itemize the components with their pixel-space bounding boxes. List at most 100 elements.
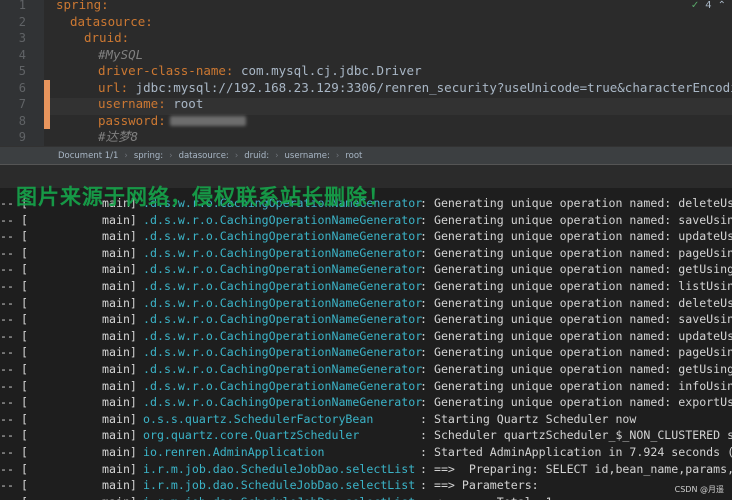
breadcrumb-item[interactable]: Document 1/1 xyxy=(58,151,118,161)
code-line[interactable]: password: xyxy=(98,113,246,130)
console-message: : Generating unique operation named: del… xyxy=(420,196,732,210)
console-message: : ==> Preparing: SELECT id,bean_name,par… xyxy=(420,461,732,476)
console-logger: .d.s.w.r.o.CachingOperationNameGenerator xyxy=(143,279,423,293)
console-thread: main] xyxy=(102,229,137,244)
console-logger: .d.s.w.r.o.CachingOperationNameGenerator xyxy=(143,328,423,343)
code-editor[interactable]: 1 spring: 2 datasource: 3 druid: 4 #MySQL 5 drive… xyxy=(0,0,732,146)
change-marker[interactable] xyxy=(44,112,50,129)
console-thread: main] xyxy=(102,478,137,493)
console-row: -- [main] org.quartz.core.QuartzScheduler… xyxy=(0,427,732,444)
code-line[interactable]: #达梦8 xyxy=(98,129,138,146)
console-logger: org.quartz.core.QuartzScheduler xyxy=(143,428,360,443)
console-thread: main] xyxy=(102,461,137,476)
console-prefix: -- [ xyxy=(0,295,28,310)
console-thread: main] xyxy=(102,378,137,393)
console-message: : Generating unique operation named: inf… xyxy=(420,378,732,393)
code-line[interactable]: datasource: xyxy=(70,14,153,31)
console-thread: main] xyxy=(102,245,137,260)
console-logger: .d.s.w.r.o.CachingOperationNameGenerator xyxy=(143,362,423,376)
console-message: : Generating unique operation named: pag… xyxy=(420,245,732,260)
console-row: -- [ main] .d.s.w.r.o.CachingOperationName… xyxy=(0,361,732,378)
code-line[interactable]: #MySQL xyxy=(98,47,143,64)
console-message: : Generating unique operation named: upd… xyxy=(420,328,732,343)
chevron-up-icon[interactable]: ⌃ xyxy=(718,0,726,11)
console-row: -- [main] .d.s.w.r.o.CachingOperationName… xyxy=(0,261,732,278)
code-line[interactable]: spring: xyxy=(56,0,109,14)
console-prefix: -- [ xyxy=(0,262,28,277)
console-prefix: -- [ xyxy=(0,395,28,410)
yaml-comment: #MySQL xyxy=(98,46,144,62)
console-row: -- [ main] .d.s.w.r.o.CachingOperationName… xyxy=(0,295,732,312)
inspection-widget[interactable]: ✓ 4 ⌃ xyxy=(691,0,726,11)
console-thread: main] xyxy=(102,411,137,426)
console-logger: i.r.m.job.dao.ScheduleJobDao.selectList xyxy=(143,478,416,493)
console-logger: .d.s.w.r.o.CachingOperationNameGenerator xyxy=(143,345,423,360)
console-message: : Generating unique operation named: lis… xyxy=(420,279,732,293)
code-line[interactable]: url: jdbc:mysql://192.168.23.129:3306/re… xyxy=(98,80,732,97)
code-line[interactable]: driver-class-name: com.mysql.cj.jdbc.Dri… xyxy=(98,63,422,80)
yaml-value: jdbc:mysql://192.168.23.129:3306/renren_… xyxy=(135,79,732,95)
breadcrumb-item[interactable]: datasource: xyxy=(179,151,229,161)
yaml-key: datasource: xyxy=(70,13,153,29)
console-message: : Generating unique operation named: get… xyxy=(420,362,732,376)
console-prefix: -- [ xyxy=(0,345,28,360)
console-message: : Started AdminApplication in 7.924 seco… xyxy=(420,445,732,459)
console-thread: main] xyxy=(102,328,137,343)
yaml-key: driver-class-name: xyxy=(98,63,234,78)
change-marker[interactable] xyxy=(44,96,50,113)
code-line[interactable]: username: root xyxy=(98,96,203,113)
console-prefix: -- [ xyxy=(0,279,28,293)
console-row: -- [ main] i.r.m.job.dao.ScheduleJobDao.se… xyxy=(0,461,732,478)
console-row: -- [main] io.renren.AdminApplication: Sta… xyxy=(0,444,732,461)
breadcrumb-item[interactable]: spring: xyxy=(134,151,163,161)
console-prefix: -- [ xyxy=(0,411,28,426)
run-console[interactable]: -- [ main] .d.s.w.r.o.CachingOperationName… xyxy=(0,188,732,500)
breadcrumb-item[interactable]: root xyxy=(345,151,362,161)
breadcrumb-separator-icon: › xyxy=(169,150,173,161)
console-row: -- [main] .d.s.w.r.o.CachingOperationName… xyxy=(0,328,732,345)
yaml-value: root xyxy=(165,96,204,111)
yaml-key: druid: xyxy=(84,30,130,45)
console-logger: .d.s.w.r.o.CachingOperationNameGenerator xyxy=(143,295,423,310)
breadcrumb-separator-icon: › xyxy=(275,150,279,161)
console-thread: main] xyxy=(102,212,137,227)
console-prefix: -- [ xyxy=(0,362,28,376)
breadcrumb-separator-icon: › xyxy=(234,150,239,161)
console-thread: main] xyxy=(102,494,137,500)
source-credit: CSDN @月遥 xyxy=(674,485,724,494)
console-message: : Scheduler quartzScheduler_$_NON_CLUSTE… xyxy=(420,428,732,443)
breadcrumb: Document 1/1 › spring: › datasource: › druid: ›… xyxy=(0,146,732,164)
console-logger: i.r.m.job.dao.ScheduleJobDao.selectList xyxy=(143,461,416,476)
code-line[interactable]: druid: xyxy=(84,30,129,47)
console-prefix: -- [ xyxy=(0,245,28,260)
console-message: : Generating unique operation named: del… xyxy=(420,295,732,310)
console-thread: main] xyxy=(102,279,137,293)
line-number: 4 xyxy=(18,47,26,62)
check-icon: ✓ xyxy=(690,0,700,11)
inspection-count: 4 xyxy=(705,0,712,11)
console-thread: main] xyxy=(102,362,137,376)
console-message: : <== Total: 1 xyxy=(420,494,553,500)
console-row: -- [ main] .d.s.w.r.o.CachingOperationName… xyxy=(0,278,732,295)
console-thread: main] xyxy=(102,428,137,443)
console-message: : Generating unique operation named: upd… xyxy=(420,229,732,244)
console-logger: .d.s.w.r.o.CachingOperationNameGenerator xyxy=(143,229,423,244)
yaml-value: com.mysql.cj.jdbc.Driver xyxy=(233,63,422,78)
console-logger: i.r.m.job.dao.ScheduleJobDao.selectList xyxy=(143,494,415,500)
change-marker[interactable] xyxy=(44,79,50,96)
yaml-key: password: xyxy=(98,112,166,128)
console-row: -- [main] .d.s.w.r.o.CachingOperationName… xyxy=(0,394,732,411)
line-number: 6 xyxy=(18,80,26,95)
console-prefix: -- [ xyxy=(0,494,28,500)
console-logger: .d.s.w.r.o.CachingOperationNameGenerator xyxy=(143,395,423,410)
breadcrumb-item[interactable]: username: xyxy=(285,151,330,161)
breadcrumb-item[interactable]: druid: xyxy=(244,151,269,161)
console-prefix: -- [ xyxy=(0,461,28,476)
console-thread: main] xyxy=(102,295,137,310)
yaml-key: username: xyxy=(98,96,166,111)
console-thread: main] xyxy=(102,445,137,459)
console-message: : Generating unique operation named: pag… xyxy=(420,345,732,360)
console-row: -- [main] i.r.m.job.dao.ScheduleJobDao.se… xyxy=(0,477,732,494)
console-row: -- [main] .d.s.w.r.o.CachingOperationName… xyxy=(0,311,732,328)
breadcrumb-separator-icon: › xyxy=(124,150,128,161)
